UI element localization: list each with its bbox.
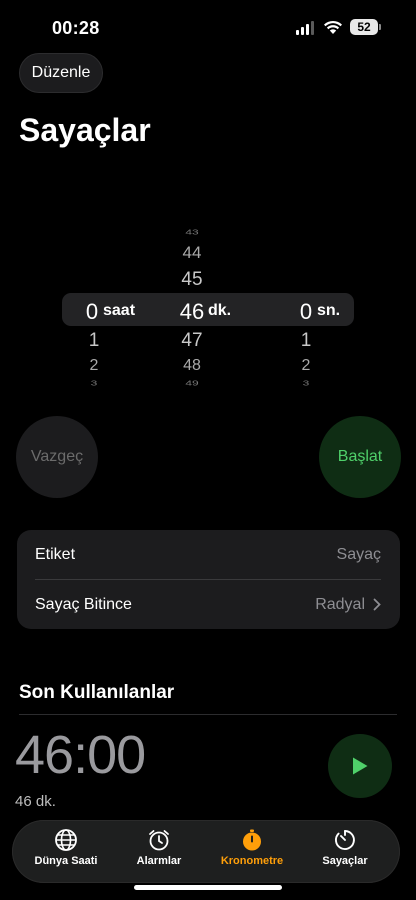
recent-timer-label: 46 dk. <box>15 793 56 810</box>
picker-second-option[interactable]: 1 <box>296 330 316 352</box>
cellular-signal-icon <box>296 21 314 35</box>
home-indicator[interactable] <box>134 885 282 890</box>
cancel-button[interactable]: Vazgeç <box>16 416 98 498</box>
picker-hour-option[interactable]: 3 <box>84 379 104 387</box>
page-title: Sayaçlar <box>19 112 151 148</box>
picker-second-option[interactable]: 2 <box>296 357 316 375</box>
when-timer-ends-title: Sayaç Bitince <box>35 595 132 613</box>
start-button-label: Başlat <box>337 448 383 465</box>
when-timer-ends-value: Radyal <box>315 595 365 613</box>
timer-picker[interactable]: 43 44 45 0 saat 46 dk. 0 sn. 1 47 1 2 48… <box>0 215 416 395</box>
recents-divider <box>19 714 397 715</box>
timer-settings-card: Etiket Sayaç Sayaç Bitince Radyal <box>17 530 400 629</box>
recent-play-button[interactable] <box>328 734 392 798</box>
tab-timers[interactable]: Sayaçlar <box>300 828 390 867</box>
picker-minute-option[interactable]: 45 <box>172 269 212 291</box>
tab-world-clock-label: Dünya Saati <box>34 855 98 867</box>
picker-second-option[interactable]: 3 <box>296 379 316 387</box>
edit-button[interactable]: Düzenle <box>19 53 103 93</box>
picker-minute-option[interactable]: 49 <box>172 379 212 387</box>
picker-minute-option[interactable]: 44 <box>172 243 212 263</box>
tab-stopwatch[interactable]: Kronometre <box>207 828 297 867</box>
picker-hour-option[interactable]: 1 <box>84 330 104 352</box>
picker-second-unit: sn. <box>317 302 341 319</box>
start-button[interactable]: Başlat <box>319 416 401 498</box>
alarm-icon <box>149 830 169 851</box>
picker-minute-unit: dk. <box>208 302 232 319</box>
when-timer-ends-row[interactable]: Sayaç Bitince Radyal <box>17 580 400 629</box>
globe-icon <box>55 829 77 851</box>
label-row[interactable]: Etiket Sayaç <box>17 530 400 579</box>
tab-world-clock[interactable]: Dünya Saati <box>21 828 111 867</box>
chevron-right-icon <box>373 598 381 611</box>
tab-stopwatch-label: Kronometre <box>220 855 284 867</box>
picker-second-selected[interactable]: 0 <box>294 299 318 325</box>
picker-minute-selected[interactable]: 46 <box>176 299 208 325</box>
recent-timer-duration[interactable]: 46:00 <box>15 724 146 786</box>
wifi-icon <box>324 20 342 34</box>
recents-section-title: Son Kullanılanlar <box>19 682 175 703</box>
tab-timers-label: Sayaçlar <box>322 855 368 867</box>
play-icon <box>353 757 368 775</box>
battery-indicator: 52 <box>350 19 378 35</box>
stopwatch-icon <box>243 829 261 851</box>
cancel-button-label: Vazgeç <box>30 448 84 465</box>
label-row-title: Etiket <box>35 545 76 563</box>
tab-alarms[interactable]: Alarmlar <box>114 828 204 867</box>
status-time: 00:28 <box>52 18 100 38</box>
picker-hour-unit: saat <box>103 302 136 319</box>
picker-minute-option[interactable]: 48 <box>172 357 212 375</box>
timer-icon <box>334 830 355 850</box>
tab-alarms-label: Alarmlar <box>136 855 182 867</box>
picker-hour-selected[interactable]: 0 <box>80 299 104 325</box>
picker-minute-option[interactable]: 47 <box>172 330 212 352</box>
battery-tip <box>379 24 381 30</box>
picker-hour-option[interactable]: 2 <box>84 357 104 375</box>
label-row-value[interactable]: Sayaç <box>337 546 381 564</box>
picker-minute-option[interactable]: 43 <box>172 228 212 236</box>
